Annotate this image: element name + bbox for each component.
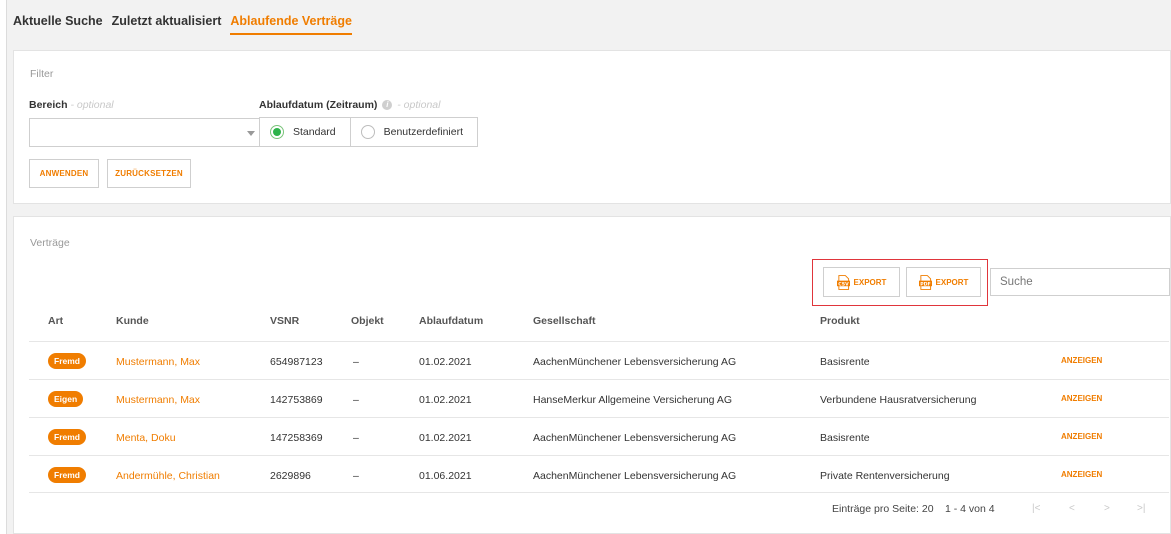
art-badge: Fremd (48, 467, 86, 483)
produkt-cell: Basisrente (820, 356, 870, 368)
export-csv-button[interactable]: CSV EXPORT (823, 267, 900, 297)
svg-text:PDF: PDF (920, 281, 930, 287)
radio-standard-label: Standard (293, 126, 336, 138)
column-header-ablaufdatum: Ablaufdatum (419, 315, 484, 327)
column-header-objekt: Objekt (351, 315, 384, 327)
produkt-cell: Verbundene Hausratversicherung (820, 394, 977, 406)
ablaufdatum-label: Ablaufdatum (Zeitraum) i - optional (259, 99, 440, 111)
filter-title: Filter (30, 68, 54, 80)
table-row: Fremd Menta, Doku 147258369 – 01.02.2021… (29, 417, 1169, 455)
left-edge-rule (0, 0, 7, 534)
export-pdf-button[interactable]: PDF EXPORT (906, 267, 981, 297)
table-row: Eigen Mustermann, Max 142753869 – 01.02.… (29, 379, 1169, 417)
objekt-cell: – (353, 356, 359, 368)
art-badge: Fremd (48, 429, 86, 445)
produkt-cell: Basisrente (820, 432, 870, 444)
column-header-produkt: Produkt (820, 315, 860, 327)
art-badge: Eigen (48, 391, 84, 407)
objekt-cell: – (353, 394, 359, 406)
tab-bar: Aktuelle Suche Zuletzt aktualisiert Abla… (13, 14, 352, 35)
bereich-optional-hint: - optional (67, 99, 114, 111)
radio-benutzerdefiniert[interactable]: Benutzerdefiniert (349, 118, 477, 146)
art-badge: Fremd (48, 353, 86, 369)
tab-zuletzt-aktualisiert[interactable]: Zuletzt aktualisiert (112, 14, 222, 35)
tab-aktuelle-suche[interactable]: Aktuelle Suche (13, 14, 103, 35)
export-pdf-label: EXPORT (935, 277, 969, 287)
last-page-icon[interactable]: >| (1137, 503, 1145, 514)
column-header-vsnr: VSNR (270, 315, 300, 327)
ablaufdatum-label-text: Ablaufdatum (Zeitraum) (259, 99, 378, 111)
next-page-icon[interactable]: > (1104, 503, 1110, 514)
radio-benutzerdefiniert-label: Benutzerdefiniert (383, 126, 464, 138)
bereich-label: Bereich - optional (29, 99, 114, 111)
column-header-kunde: Kunde (116, 315, 149, 327)
chevron-down-icon (247, 131, 255, 136)
tab-ablaufende-vertraege[interactable]: Ablaufende Verträge (230, 14, 352, 35)
ablaufdatum-cell: 01.06.2021 (419, 470, 472, 482)
column-header-gesellschaft: Gesellschaft (533, 315, 596, 327)
vsnr-cell: 142753869 (270, 394, 323, 406)
kunde-link[interactable]: Andermühle, Christian (116, 470, 220, 482)
ablaufdatum-cell: 01.02.2021 (419, 356, 472, 368)
contracts-title: Verträge (30, 237, 70, 249)
export-csv-label: EXPORT (853, 277, 887, 287)
anzeigen-link[interactable]: ANZEIGEN (1061, 356, 1102, 365)
prev-page-icon[interactable]: < (1069, 503, 1075, 514)
search-input[interactable] (990, 268, 1170, 296)
contracts-panel: Verträge CSV EXPORT PDF EXPORT Art Kunde… (13, 216, 1171, 534)
bereich-label-text: Bereich (29, 99, 68, 111)
objekt-cell: – (353, 432, 359, 444)
column-header-art: Art (48, 315, 64, 327)
table-row: Fremd Mustermann, Max 654987123 – 01.02.… (29, 341, 1169, 379)
apply-button[interactable]: ANWENDEN (29, 159, 99, 188)
produkt-cell: Private Rentenversicherung (820, 470, 950, 482)
radio-checked-icon (270, 125, 284, 139)
filter-panel: Filter Bereich - optional Ablaufdatum (Z… (13, 50, 1171, 204)
anzeigen-link[interactable]: ANZEIGEN (1061, 470, 1102, 479)
kunde-link[interactable]: Mustermann, Max (116, 394, 200, 406)
reset-button[interactable]: ZURÜCKSETZEN (107, 159, 191, 188)
info-icon[interactable]: i (382, 100, 393, 111)
ablaufdatum-cell: 01.02.2021 (419, 394, 472, 406)
per-page-selector[interactable]: Einträge pro Seite: 20 (832, 503, 934, 515)
gesellschaft-cell: AachenMünchener Lebensversicherung AG (533, 470, 737, 482)
table-row: Fremd Andermühle, Christian 2629896 – 01… (29, 455, 1169, 493)
gesellschaft-cell: AachenMünchener Lebensversicherung AG (533, 432, 737, 444)
vsnr-cell: 2629896 (270, 470, 311, 482)
pagination-range: 1 - 4 von 4 (945, 503, 995, 515)
radio-unchecked-icon (360, 125, 375, 139)
ablaufdatum-radio-group: Standard Benutzerdefiniert (259, 117, 479, 147)
first-page-icon[interactable]: |< (1032, 503, 1040, 514)
csv-file-icon: CSV (836, 274, 850, 290)
vsnr-cell: 654987123 (270, 356, 323, 368)
kunde-link[interactable]: Menta, Doku (116, 432, 176, 444)
ablaufdatum-cell: 01.02.2021 (419, 432, 472, 444)
bereich-select[interactable] (29, 118, 264, 147)
kunde-link[interactable]: Mustermann, Max (116, 356, 200, 368)
vsnr-cell: 147258369 (270, 432, 323, 444)
anzeigen-link[interactable]: ANZEIGEN (1061, 394, 1102, 403)
radio-standard[interactable]: Standard (260, 118, 350, 146)
anzeigen-link[interactable]: ANZEIGEN (1061, 432, 1102, 441)
ablaufdatum-optional-hint: - optional (394, 99, 441, 111)
gesellschaft-cell: AachenMünchener Lebensversicherung AG (533, 356, 737, 368)
pdf-file-icon: PDF (918, 274, 932, 290)
svg-text:CSV: CSV (838, 281, 849, 287)
gesellschaft-cell: HanseMerkur Allgemeine Versicherung AG (533, 394, 733, 406)
objekt-cell: – (353, 470, 359, 482)
